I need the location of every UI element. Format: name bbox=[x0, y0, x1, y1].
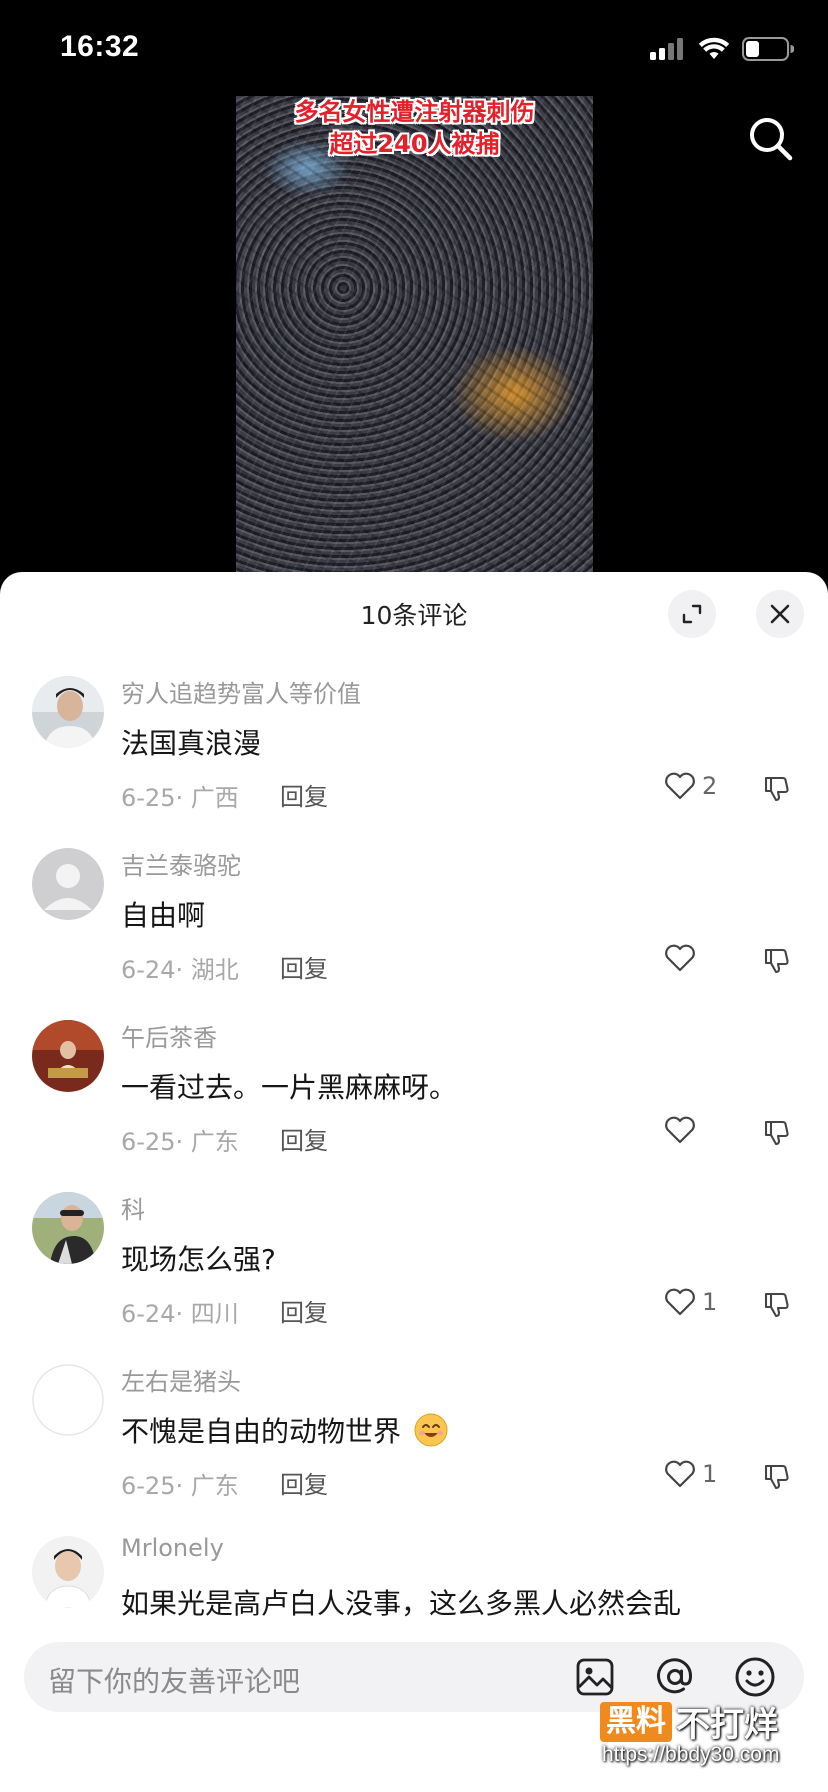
dislike-button[interactable] bbox=[762, 946, 792, 980]
thumbs-down-icon bbox=[764, 1292, 789, 1318]
comment-item: 左右是猪头 不愧是自由的动物世界 6-25· 广东 回复 1 bbox=[0, 1364, 828, 1536]
avatar[interactable] bbox=[32, 676, 104, 748]
comment-date-location: 6-25· 广东 bbox=[121, 1128, 239, 1156]
comment-username[interactable]: 午后茶香 bbox=[121, 1018, 217, 1053]
watermark-logo: 黑料 不打烊 bbox=[600, 1697, 778, 1746]
video-caption-line1: 多名女性遭注射器刺伤 bbox=[294, 98, 535, 126]
close-icon bbox=[770, 604, 790, 624]
like-button[interactable]: 1 bbox=[664, 1288, 717, 1316]
expand-icon bbox=[682, 604, 702, 624]
dislike-button[interactable] bbox=[762, 1462, 792, 1496]
thumbs-down-icon bbox=[764, 776, 789, 802]
comment-date-location: 6-25· 广西 bbox=[121, 784, 239, 812]
status-bar: 16:32 bbox=[0, 0, 828, 96]
like-button[interactable]: 2 bbox=[664, 772, 717, 800]
comment-username[interactable]: 穷人追趋势富人等价值 bbox=[121, 674, 361, 709]
comment-item: 科 现场怎么强? 6-24· 四川 回复 1 bbox=[0, 1192, 828, 1364]
close-button[interactable] bbox=[756, 590, 804, 638]
comment-username[interactable]: 科 bbox=[121, 1190, 145, 1225]
comment-username[interactable]: 吉兰泰骆驼 bbox=[121, 846, 241, 881]
video-frame[interactable]: 多名女性遭注射器刺伤 超过240人被捕 bbox=[236, 96, 593, 576]
comment-text: 自由啊 bbox=[121, 899, 206, 932]
sheet-header: 10条评论 bbox=[0, 572, 828, 658]
thumbs-down-icon bbox=[764, 1464, 789, 1490]
image-button[interactable] bbox=[572, 1654, 618, 1700]
video-caption: 多名女性遭注射器刺伤 超过240人被捕 bbox=[236, 96, 593, 160]
comment-input-placeholder: 留下你的友善评论吧 bbox=[48, 1665, 301, 1698]
status-icons bbox=[650, 36, 794, 62]
comment-text: 如果光是高卢白人没事，这么多黑人必然会乱 bbox=[121, 1587, 682, 1620]
like-count: 1 bbox=[702, 1460, 718, 1488]
heart-icon bbox=[665, 944, 695, 972]
image-icon bbox=[576, 1658, 614, 1696]
comment-text: 现场怎么强? bbox=[121, 1243, 276, 1276]
heart-icon bbox=[665, 1116, 695, 1144]
comment-item: 穷人追趋势富人等价值 法国真浪漫 6-25· 广西 回复 2 bbox=[0, 676, 828, 848]
watermark-badge: 黑料 bbox=[600, 1701, 672, 1742]
video-area[interactable]: 多名女性遭注射器刺伤 超过240人被捕 bbox=[0, 96, 828, 576]
heart-icon bbox=[665, 772, 695, 800]
reply-button[interactable]: 回复 bbox=[280, 949, 328, 984]
comment-text: 一看过去。一片黑麻麻呀。 bbox=[121, 1071, 458, 1104]
thumbs-down-icon bbox=[764, 1120, 789, 1146]
smiling-emoji-icon bbox=[414, 1413, 448, 1447]
like-button[interactable] bbox=[664, 1116, 716, 1144]
watermark: 黑料 不打烊 https://bbdy30.com bbox=[600, 1697, 820, 1783]
dislike-button[interactable] bbox=[762, 774, 792, 808]
search-button[interactable] bbox=[746, 114, 796, 164]
watermark-url: https://bbdy30.com bbox=[602, 1743, 780, 1766]
comment-item: 吉兰泰骆驼 自由啊 6-24· 湖北 回复 bbox=[0, 848, 828, 1020]
comment-date-location: 6-24· 四川 bbox=[121, 1300, 239, 1328]
battery-icon bbox=[742, 37, 794, 61]
reply-button[interactable]: 回复 bbox=[280, 1293, 328, 1328]
search-icon bbox=[750, 118, 793, 161]
reply-button[interactable]: 回复 bbox=[280, 1465, 328, 1500]
comment-text-body: 不愧是自由的动物世界 bbox=[121, 1415, 402, 1448]
mention-button[interactable] bbox=[652, 1654, 698, 1700]
status-time: 16:32 bbox=[60, 30, 140, 63]
reply-button[interactable]: 回复 bbox=[280, 1121, 328, 1156]
expand-button[interactable] bbox=[668, 590, 716, 638]
dislike-button[interactable] bbox=[762, 1118, 792, 1152]
like-button[interactable] bbox=[664, 944, 716, 972]
dislike-button[interactable] bbox=[762, 1290, 792, 1324]
heart-icon bbox=[665, 1460, 695, 1488]
avatar[interactable] bbox=[32, 1192, 104, 1264]
avatar[interactable] bbox=[32, 1364, 104, 1436]
avatar[interactable] bbox=[32, 848, 104, 920]
wifi-icon bbox=[698, 37, 730, 59]
like-count: 1 bbox=[702, 1288, 718, 1316]
comment-item: 午后茶香 一看过去。一片黑麻麻呀。 6-25· 广东 回复 bbox=[0, 1020, 828, 1192]
like-button[interactable]: 1 bbox=[664, 1460, 717, 1488]
avatar[interactable] bbox=[32, 1020, 104, 1092]
comment-text: 不愧是自由的动物世界 bbox=[121, 1410, 448, 1450]
video-caption-line2: 超过240人被捕 bbox=[329, 130, 500, 158]
emoji-icon bbox=[735, 1657, 775, 1697]
comment-date-location: 6-24· 湖北 bbox=[121, 956, 239, 984]
video-crowd-image bbox=[236, 96, 593, 576]
cellular-signal-icon bbox=[650, 38, 683, 60]
like-count: 2 bbox=[702, 772, 718, 800]
comment-username[interactable]: Mrlonely bbox=[121, 1534, 224, 1562]
comment-sheet: 10条评论 穷人追趋势富人等价值 法国真浪漫 6-25· 广西 回复 2 吉兰泰… bbox=[0, 572, 828, 1792]
reply-button[interactable]: 回复 bbox=[280, 777, 328, 812]
thumbs-down-icon bbox=[764, 948, 789, 974]
comment-date-location: 6-25· 广东 bbox=[121, 1472, 239, 1500]
heart-icon bbox=[665, 1288, 695, 1316]
at-sign-icon bbox=[657, 1658, 693, 1694]
avatar[interactable] bbox=[32, 1536, 104, 1608]
emoji-button[interactable] bbox=[732, 1654, 778, 1700]
watermark-text: 不打烊 bbox=[676, 1705, 778, 1745]
comment-username[interactable]: 左右是猪头 bbox=[121, 1362, 241, 1397]
comment-text: 法国真浪漫 bbox=[121, 727, 262, 760]
